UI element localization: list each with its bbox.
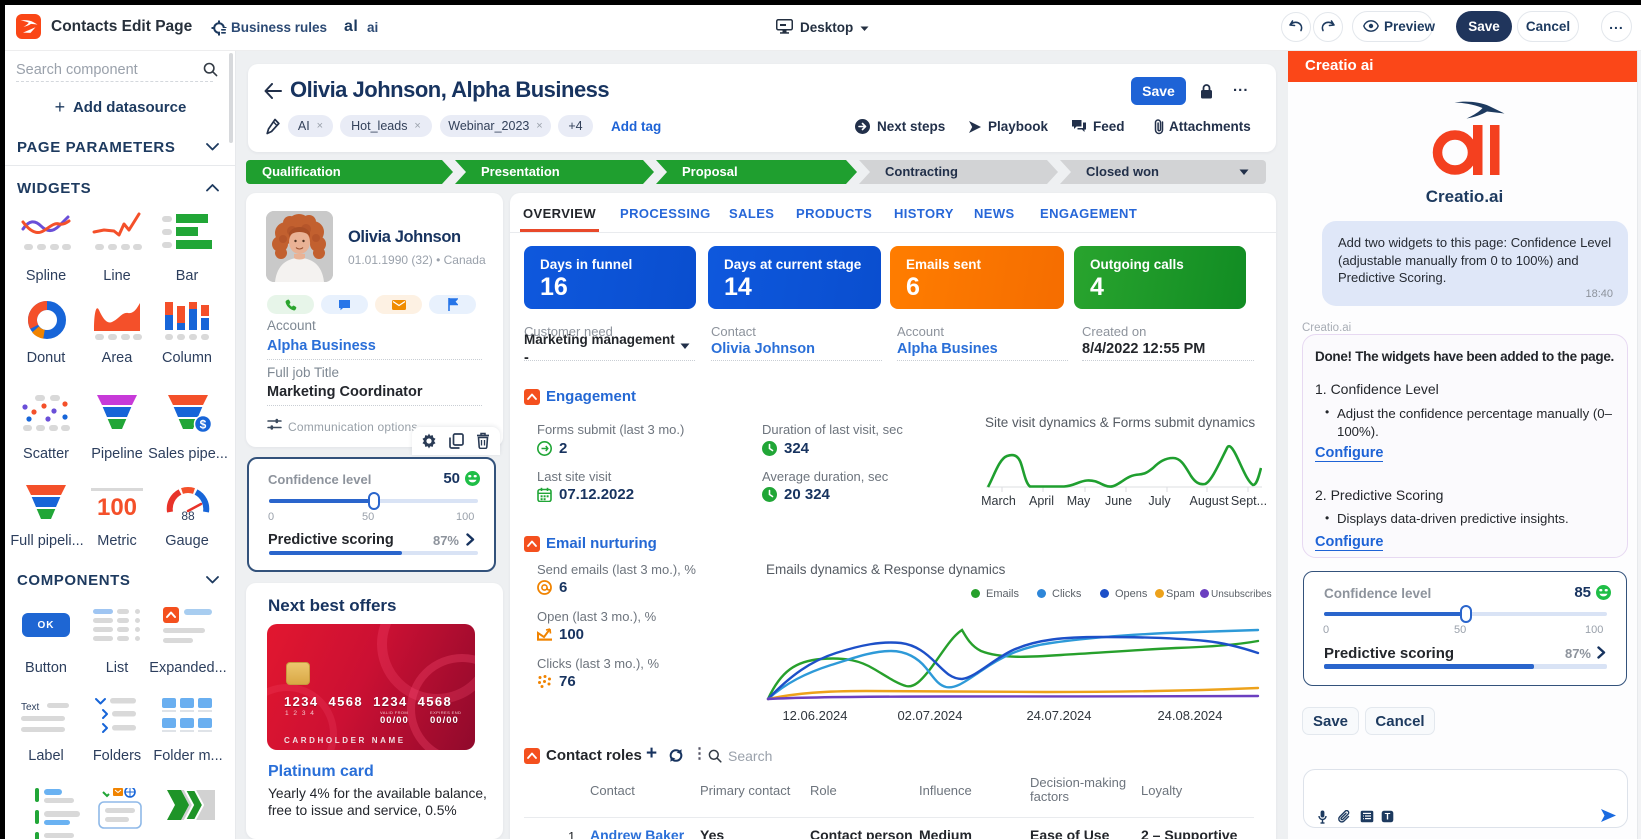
svg-text:$: $ — [200, 418, 207, 432]
svg-text:Text: Text — [21, 702, 40, 713]
svg-text:88: 88 — [181, 509, 195, 522]
svg-text:T: T — [1385, 812, 1391, 822]
